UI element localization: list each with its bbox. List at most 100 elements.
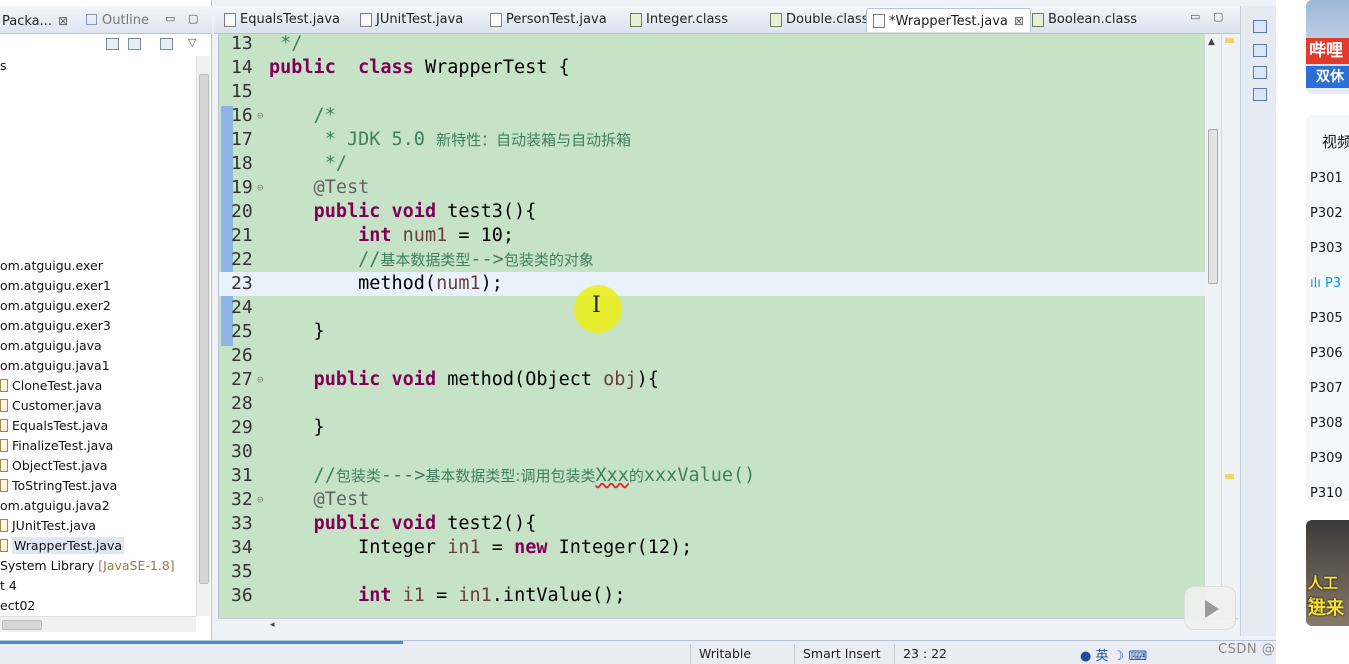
scroll-left-icon[interactable]: ◂ — [270, 620, 275, 630]
tree-item[interactable]: CloneTest.java — [0, 376, 102, 396]
tree-item[interactable]: om.atguigu.java — [0, 336, 102, 356]
fold-toggle-icon[interactable]: ⊖ — [257, 176, 264, 200]
video-thumbnail[interactable]: 哔哩 双休 — [1306, 0, 1349, 94]
code-text: int i1 = in1.intValue(); — [269, 584, 625, 608]
play-button[interactable] — [1184, 586, 1236, 630]
code-line[interactable]: 19 ⊖ @Test — [219, 176, 1209, 200]
right-trim-toolbar — [1240, 6, 1276, 636]
playlist-item[interactable]: ılı P3 — [1310, 276, 1341, 291]
close-icon[interactable]: ⊠ — [58, 14, 68, 28]
scrollbar-thumb[interactable] — [199, 74, 209, 584]
code-line[interactable]: 13 */ — [219, 34, 1209, 56]
tree-vertical-scrollbar[interactable] — [196, 56, 210, 616]
tree-item[interactable]: t 4 — [0, 576, 17, 596]
tree-item[interactable]: ObjectTest.java — [0, 456, 108, 476]
link-editor-icon[interactable] — [128, 38, 141, 50]
code-line[interactable]: 27 ⊖ public void method(Object obj){ — [219, 368, 1209, 392]
playlist-item[interactable]: P308 — [1310, 416, 1343, 431]
video-thumbnail[interactable]: 人工智 进来 — [1306, 520, 1349, 626]
playlist-item[interactable]: P303 — [1310, 241, 1343, 256]
editor-tab[interactable]: Integer.class — [624, 8, 728, 32]
playlist-item[interactable]: P302 — [1310, 206, 1343, 221]
overview-ruler[interactable] — [1222, 34, 1238, 618]
code-line[interactable]: 24 — [219, 296, 1209, 320]
tree-item[interactable]: om.atguigu.exer1 — [0, 276, 111, 296]
progress-icon[interactable] — [1253, 88, 1267, 101]
code-line[interactable]: 18 */ — [219, 152, 1209, 176]
tree-item[interactable]: ToStringTest.java — [0, 476, 117, 496]
maximize-icon[interactable]: ▢ — [1213, 10, 1223, 23]
editor-tab[interactable]: Boolean.class — [1026, 8, 1137, 32]
tree-item[interactable]: WrapperTest.java — [0, 536, 125, 556]
code-line[interactable]: 34 Integer in1 = new Integer(12); — [219, 536, 1209, 560]
scroll-up-icon[interactable]: ▲ — [1208, 37, 1215, 47]
editor-tab[interactable]: Double.class — [764, 8, 868, 32]
code-line[interactable]: 20 public void test3(){ — [219, 200, 1209, 224]
task-list-icon[interactable] — [1253, 44, 1267, 57]
playlist-item[interactable]: P301 — [1310, 171, 1343, 186]
tab-outline[interactable]: Outline — [86, 10, 149, 32]
view-menu-icon[interactable]: ▽ — [188, 36, 196, 49]
playlist-item[interactable]: P309 — [1310, 451, 1343, 466]
code-line[interactable]: 17 * JDK 5.0 新特性：自动装箱与自动拆箱 — [219, 128, 1209, 152]
code-line[interactable]: 32 ⊖ @Test — [219, 488, 1209, 512]
tree-item[interactable]: s — [0, 56, 7, 76]
code-line[interactable]: 31 //包装类--->基本数据类型:调用包装类Xxx的xxxValue() — [219, 464, 1209, 488]
warning-marker[interactable] — [1225, 474, 1234, 479]
code-line[interactable]: 36 int i1 = in1.intValue(); — [219, 584, 1209, 608]
code-line[interactable]: 35 — [219, 560, 1209, 584]
editor-tab[interactable]: JUnitTest.java — [354, 8, 463, 32]
fold-toggle-icon[interactable]: ⊖ — [257, 368, 264, 392]
playlist-item[interactable]: P310 — [1310, 486, 1343, 501]
code-line[interactable]: 33 public void test2(){ — [219, 512, 1209, 536]
code-line[interactable]: 30 — [219, 440, 1209, 464]
tree-item[interactable]: ect02 — [0, 596, 35, 616]
tree-item[interactable]: om.atguigu.exer — [0, 256, 103, 276]
code-line[interactable]: 23 method(num1); — [219, 272, 1209, 296]
editor-tab[interactable]: *WrapperTest.java ⊠ — [866, 8, 1031, 32]
tab-package-explorer[interactable]: Packa... ⊠ — [2, 10, 68, 32]
tree-item[interactable]: om.atguigu.java2 — [0, 496, 110, 516]
scrollbar-thumb[interactable] — [2, 620, 42, 630]
tree-item[interactable]: om.atguigu.exer3 — [0, 316, 111, 336]
tree-item[interactable]: Customer.java — [0, 396, 102, 416]
minimize-icon[interactable]: ▭ — [165, 12, 175, 25]
fold-toggle-icon[interactable]: ⊖ — [257, 488, 264, 512]
collapse-all-icon[interactable] — [106, 38, 119, 50]
tree-item[interactable]: FinalizeTest.java — [0, 436, 113, 456]
tree-item[interactable]: System Library [JavaSE-1.8] — [0, 556, 175, 576]
tree-item[interactable]: EqualsTest.java — [0, 416, 108, 436]
editor-vertical-scrollbar[interactable]: ▲ — [1205, 34, 1221, 618]
playlist-item[interactable]: P305 — [1310, 311, 1343, 326]
code-line[interactable]: 14 public class WrapperTest { — [219, 56, 1209, 80]
code-line[interactable]: 26 — [219, 344, 1209, 368]
playlist-item[interactable]: P306 — [1310, 346, 1343, 361]
restore-icon[interactable] — [1253, 20, 1267, 33]
ime-tray[interactable]: ● 英 ☽ ⌨ — [1080, 645, 1147, 664]
tree-horizontal-scrollbar[interactable] — [0, 616, 196, 632]
scrollbar-thumb[interactable] — [1208, 129, 1218, 284]
code-line[interactable]: 28 — [219, 392, 1209, 416]
code-line[interactable]: 25 } — [219, 320, 1209, 344]
console-icon[interactable] — [1253, 66, 1267, 79]
editor-horizontal-scrollbar[interactable]: ◂ — [218, 618, 1238, 634]
code-line[interactable]: 29 } — [219, 416, 1209, 440]
warning-marker[interactable] — [1225, 38, 1234, 43]
maximize-icon[interactable]: ▢ — [188, 12, 198, 25]
tree-item[interactable]: om.atguigu.exer2 — [0, 296, 111, 316]
tree-item[interactable]: om.atguigu.java1 — [0, 356, 110, 376]
code-line[interactable]: 16 ⊖ /* — [219, 104, 1209, 128]
editor-tab[interactable]: PersonTest.java — [484, 8, 607, 32]
minimize-icon[interactable]: ▭ — [1190, 10, 1200, 23]
code-token: i1 — [402, 585, 425, 606]
tree-item[interactable]: JUnitTest.java — [0, 516, 96, 536]
code-line[interactable]: 21 int num1 = 10; — [219, 224, 1209, 248]
filter-icon[interactable] — [160, 38, 173, 50]
fold-toggle-icon[interactable]: ⊖ — [257, 104, 264, 128]
code-line[interactable]: 15 — [219, 80, 1209, 104]
code-line[interactable]: 22 //基本数据类型-->包装类的对象 — [219, 248, 1209, 272]
editor-tab[interactable]: EqualsTest.java — [218, 8, 340, 32]
close-icon[interactable]: ⊠ — [1014, 14, 1024, 28]
code-editor[interactable]: 13 */14 public class WrapperTest {15 16 ⊖ /… — [218, 34, 1238, 618]
playlist-item[interactable]: P307 — [1310, 381, 1343, 396]
